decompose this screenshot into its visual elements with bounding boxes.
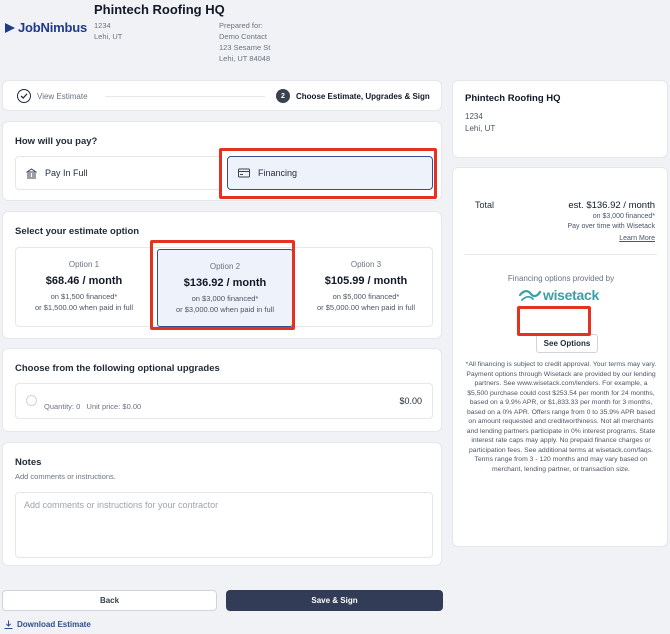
- total-row: Total est. $136.92 / month on $3,000 fin…: [465, 188, 657, 234]
- estimate-options-card: Select your estimate option Option 1 $68…: [2, 211, 442, 339]
- total-sub: on $3,000 financed* Pay over time with W…: [567, 212, 655, 232]
- step-divider: [105, 96, 265, 97]
- company-summary-card: Phintech Roofing HQ 1234 Lehi, UT: [452, 80, 668, 158]
- credit-card-icon: [238, 168, 250, 178]
- pay-in-full-label: Pay In Full: [45, 168, 88, 178]
- jobnimbus-logo-icon: [5, 22, 15, 33]
- option-name: Option 1: [68, 260, 100, 269]
- summary-divider: [465, 254, 657, 255]
- prepared-name: Demo Contact: [219, 32, 267, 41]
- estimate-option-2[interactable]: Option 2 $136.92 / month on $3,000 finan…: [157, 249, 293, 327]
- see-options-button[interactable]: See Options: [536, 334, 598, 353]
- financing-option[interactable]: Financing: [227, 156, 433, 190]
- company-address: 1234 Lehi, UT: [94, 20, 122, 42]
- download-estimate-link[interactable]: Download Estimate: [4, 620, 91, 629]
- upgrade-price: $0.00: [399, 396, 422, 406]
- option-price: $136.92 / month: [183, 277, 267, 289]
- check-icon: [17, 89, 31, 103]
- financing-summary-card: Total est. $136.92 / month on $3,000 fin…: [452, 167, 668, 547]
- wisetack-mark-icon: [519, 290, 541, 301]
- upgrade-checkbox[interactable]: [26, 395, 37, 406]
- total-label: Total: [475, 200, 495, 210]
- option-paid-full: or $3,000.00 when paid in full: [176, 305, 274, 314]
- summary-address-line1: 1234: [465, 112, 483, 121]
- upgrades-card: Choose from the following optional upgra…: [2, 348, 442, 432]
- learn-more-link[interactable]: Learn More: [619, 235, 655, 242]
- wisetack-logo: wisetack: [519, 287, 599, 303]
- prepared-for: Prepared for: Demo Contact 123 Sesame St…: [219, 20, 270, 64]
- logo-text: JobNimbus: [18, 20, 87, 35]
- estimate-options: Option 1 $68.46 / month on $1,500 financ…: [15, 247, 433, 327]
- option-paid-full: or $5,000.00 when paid in full: [317, 303, 415, 312]
- bank-icon: [26, 167, 37, 178]
- step-view-estimate[interactable]: View Estimate: [17, 89, 88, 103]
- step2-number: 2: [276, 89, 290, 103]
- summary-address-line2: Lehi, UT: [465, 124, 496, 133]
- quantity-text: Quantity: 0: [44, 402, 81, 411]
- financing-disclaimer: *All financing is subject to credit appr…: [465, 361, 657, 473]
- option-price: $68.46 / month: [45, 275, 123, 287]
- download-label: Download Estimate: [17, 620, 91, 629]
- jobnimbus-logo: JobNimbus: [4, 20, 87, 35]
- estimate-option-3[interactable]: Option 3 $105.99 / month on $5,000 finan…: [298, 248, 434, 328]
- upgrade-quantity: Quantity: 0 Unit price: $0.00: [44, 402, 141, 411]
- pay-in-full-option[interactable]: Pay In Full: [15, 156, 222, 190]
- option-paid-full: or $1,500.00 when paid in full: [35, 303, 133, 312]
- payment-title: How will you pay?: [15, 136, 98, 147]
- summary-company: Phintech Roofing HQ: [465, 93, 561, 104]
- step-choose-sign: 2 Choose Estimate, Upgrades & Sign: [276, 89, 430, 103]
- option-financed: on $5,000 financed*: [332, 292, 400, 301]
- summary-address: 1234 Lehi, UT: [465, 111, 495, 135]
- financing-label: Financing: [258, 168, 298, 178]
- payment-method-card: How will you pay? Pay In Full Financing: [2, 121, 442, 201]
- option-price: $105.99 / month: [324, 275, 408, 287]
- total-value: est. $136.92 / month: [568, 200, 655, 211]
- notes-card: Notes Add comments or instructions.: [2, 442, 442, 566]
- option-name: Option 2: [209, 262, 241, 271]
- estimate-title: Select your estimate option: [15, 226, 140, 237]
- notes-title: Notes: [15, 457, 42, 468]
- prepared-street: 123 Sesame St: [219, 43, 271, 52]
- prepared-label: Prepared for:: [219, 21, 263, 30]
- unit-price-text: Unit price: $0.00: [86, 402, 142, 411]
- option-name: Option 3: [350, 260, 382, 269]
- total-financed: on $3,000 financed*: [592, 213, 655, 220]
- company-name: Phintech Roofing HQ: [94, 2, 225, 17]
- step2-label: Choose Estimate, Upgrades & Sign: [296, 91, 430, 101]
- upgrades-title: Choose from the following optional upgra…: [15, 363, 220, 374]
- download-icon: [4, 620, 13, 629]
- address-line2: Lehi, UT: [94, 32, 123, 41]
- step1-label: View Estimate: [37, 91, 88, 101]
- notes-subtitle: Add comments or instructions.: [15, 472, 116, 481]
- save-sign-button[interactable]: Save & Sign: [226, 590, 443, 611]
- wisetack-text: wisetack: [543, 287, 599, 303]
- financing-provided-by: Financing options provided by: [507, 274, 615, 283]
- prepared-city: Lehi, UT 84048: [219, 54, 271, 63]
- total-note: Pay over time with Wisetack: [567, 223, 655, 230]
- estimate-option-1[interactable]: Option 1 $68.46 / month on $1,500 financ…: [16, 248, 152, 328]
- address-line1: 1234: [94, 21, 111, 30]
- notes-textarea[interactable]: [15, 492, 433, 558]
- back-button[interactable]: Back: [2, 590, 217, 611]
- upgrade-row: Quantity: 0 Unit price: $0.00 $0.00: [15, 383, 433, 419]
- estimate-header: JobNimbus Phintech Roofing HQ 1234 Lehi,…: [0, 0, 670, 70]
- option-financed: on $3,000 financed*: [191, 294, 259, 303]
- progress-steps: View Estimate 2 Choose Estimate, Upgrade…: [2, 80, 442, 111]
- financing-summary: Total est. $136.92 / month on $3,000 fin…: [465, 188, 657, 473]
- option-financed: on $1,500 financed*: [50, 292, 118, 301]
